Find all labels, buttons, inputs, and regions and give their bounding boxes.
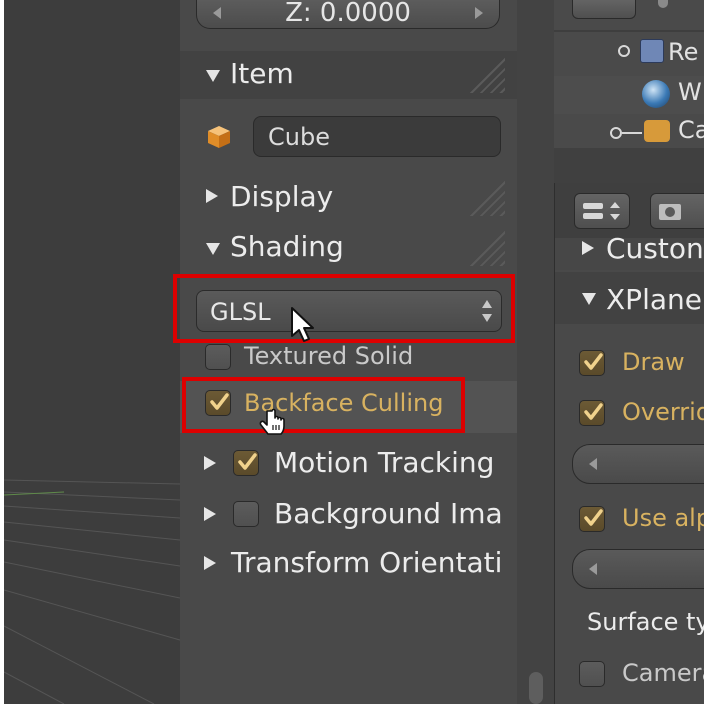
draw-checkbox[interactable] (579, 350, 605, 376)
checkmark-icon (584, 403, 603, 420)
decrement-arrow-icon[interactable] (213, 7, 221, 19)
display-panel-header[interactable]: Display (180, 174, 517, 222)
outliner-row[interactable]: Ca (554, 114, 704, 152)
decrement-arrow-icon[interactable] (589, 563, 597, 575)
mouse-pointer-icon (291, 307, 314, 342)
collapsed-triangle-icon (582, 241, 594, 255)
expand-plus-icon[interactable] (618, 45, 630, 57)
object-name-value: Cube (268, 123, 330, 151)
location-z-field[interactable]: Z: 0.0000 (196, 0, 500, 29)
object-cube-icon (206, 124, 232, 150)
xplane-panel-title: XPlane (606, 283, 702, 316)
item-panel-header[interactable]: Item (180, 51, 517, 99)
object-name-field[interactable]: Cube (253, 116, 501, 157)
editor-type-button[interactable] (574, 193, 630, 229)
expanded-triangle-icon (206, 243, 220, 255)
display-panel-title: Display (230, 180, 334, 213)
alpha-value-field[interactable] (572, 549, 704, 589)
camera-label: Camera (622, 659, 704, 687)
motion-tracking-label: Motion Tracking (274, 446, 495, 479)
properties-toolbar (554, 183, 704, 238)
outliner-row[interactable]: Re (554, 32, 704, 70)
motion-tracking-checkbox[interactable] (233, 450, 259, 476)
editor-divider[interactable] (554, 183, 555, 704)
scrollbar-thumb[interactable] (529, 672, 543, 704)
checkmark-icon (238, 453, 257, 470)
outliner-scroll-area (554, 148, 704, 183)
override-label: Overrid (622, 398, 704, 426)
checkmark-icon (584, 509, 603, 526)
use-alpha-label: Use alp (622, 504, 704, 532)
override-checkbox[interactable] (579, 400, 605, 426)
decrement-arrow-icon[interactable] (589, 458, 597, 470)
render-camera-icon (659, 204, 681, 220)
viewport-grid (4, 479, 180, 704)
outliner-row[interactable]: W (554, 76, 704, 114)
outliner-item-label: W (678, 78, 702, 106)
textured-solid-label: Textured Solid (244, 342, 414, 370)
collapsed-triangle-icon[interactable] (204, 556, 216, 570)
outliner-item-label: Ca (678, 116, 704, 144)
render-layers-icon (640, 39, 664, 63)
textured-solid-checkbox[interactable] (205, 344, 231, 370)
background-images-checkbox[interactable] (233, 501, 259, 527)
transform-orientations-label[interactable]: Transform Orientati (231, 546, 502, 579)
expand-plus-icon[interactable] (610, 127, 622, 139)
custom-panel-title: Custon (606, 232, 704, 265)
hand-pointer-icon (259, 408, 285, 435)
panel-grip-icon[interactable] (469, 57, 505, 93)
outliner-item-label: Re (668, 38, 699, 66)
panel-grip-icon[interactable] (469, 180, 505, 216)
3d-viewport[interactable] (4, 0, 180, 704)
region-scrollbar-area (517, 0, 554, 704)
world-icon (642, 80, 670, 108)
xplane-value-field[interactable] (572, 444, 704, 484)
outliner: Re W Ca (554, 0, 704, 183)
dropdown-highlight-box (173, 274, 515, 343)
collapsed-triangle-icon[interactable] (204, 507, 216, 521)
editor-type-icon (583, 202, 620, 220)
use-alpha-checkbox[interactable] (579, 506, 605, 532)
camera-object-icon (644, 120, 670, 142)
surface-type-label: Surface ty (587, 608, 704, 636)
collapsed-triangle-icon[interactable] (204, 456, 216, 470)
filter-icon (658, 0, 668, 8)
location-z-value: Z: 0.0000 (285, 0, 411, 28)
background-images-label: Background Ima (274, 497, 503, 530)
shading-panel-header[interactable]: Shading (180, 224, 517, 272)
expanded-triangle-icon (206, 70, 220, 82)
collapsed-triangle-icon (206, 189, 218, 203)
camera-checkbox[interactable] (579, 661, 605, 687)
panel-grip-icon[interactable] (469, 230, 505, 266)
increment-arrow-icon[interactable] (475, 7, 483, 19)
item-panel-title: Item (230, 57, 294, 90)
expanded-triangle-icon (582, 293, 596, 305)
backface-highlight-box (182, 377, 465, 433)
shading-panel-title: Shading (230, 230, 344, 263)
outliner-display-mode-button[interactable] (572, 0, 636, 19)
draw-label: Draw (622, 348, 685, 376)
tree-line (622, 132, 642, 134)
render-context-button[interactable] (650, 193, 704, 229)
checkmark-icon (584, 353, 603, 370)
